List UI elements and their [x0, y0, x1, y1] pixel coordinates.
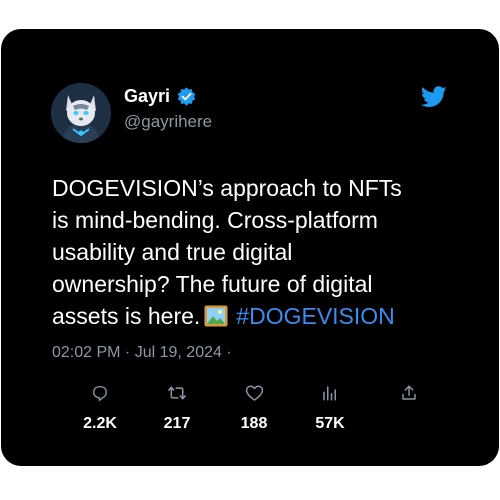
- tweet-body: DOGEVISION’s approach to NFTs is mind-be…: [52, 172, 447, 335]
- twitter-bird-icon[interactable]: [420, 86, 447, 113]
- author-handle[interactable]: @gayrihere: [124, 112, 212, 132]
- views-count: 57K: [315, 415, 345, 432]
- author-avatar[interactable]: [51, 83, 111, 143]
- framed-picture-emoji-icon: [204, 303, 228, 335]
- like-button[interactable]: 188: [224, 383, 284, 433]
- retweet-button[interactable]: 217: [147, 383, 207, 433]
- views-button[interactable]: 57K: [300, 383, 360, 433]
- retweet-icon: [167, 383, 187, 403]
- retweet-count: 217: [163, 415, 191, 432]
- views-bar-icon: [321, 383, 339, 403]
- tweet-text-line-last: assets is here. #DOGEVISION: [52, 300, 447, 335]
- verified-badge-icon: [176, 86, 197, 107]
- hashtag-link[interactable]: #DOGEVISION: [236, 303, 394, 329]
- share-button[interactable]: [379, 383, 439, 403]
- tweet-text-line: DOGEVISION’s approach to NFTs: [52, 175, 402, 201]
- tweet-text-line: ownership? The future of digital: [52, 271, 373, 297]
- heart-icon: [245, 383, 264, 403]
- tweet-text-line: usability and true digital: [52, 239, 293, 265]
- share-icon: [400, 383, 418, 403]
- tweet-text-segment: assets is here.: [52, 303, 201, 329]
- reply-count: 2.2K: [83, 415, 117, 432]
- like-count: 188: [240, 415, 268, 432]
- reply-icon: [91, 383, 109, 403]
- tweet-text-line: is mind-bending. Cross-platform: [52, 207, 378, 233]
- author-name[interactable]: Gayri: [124, 86, 170, 107]
- reply-button[interactable]: 2.2K: [70, 383, 130, 433]
- tweet-timestamp[interactable]: 02:02 PM · Jul 19, 2024 ·: [52, 344, 232, 362]
